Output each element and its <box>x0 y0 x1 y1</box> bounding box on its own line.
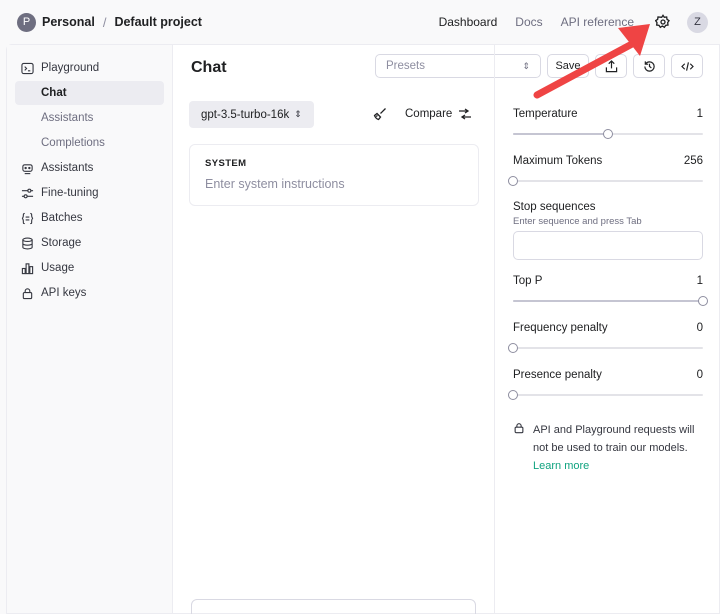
sidebar-item-label: Batches <box>41 212 83 224</box>
model-name: gpt-3.5-turbo-16k <box>201 108 290 121</box>
max-tokens-value[interactable]: 256 <box>684 155 703 167</box>
lock-icon <box>21 287 34 300</box>
presence-penalty-label: Presence penalty <box>513 369 602 381</box>
user-message-input[interactable] <box>191 599 476 614</box>
nav-dashboard[interactable]: Dashboard <box>439 15 498 29</box>
top-nav: Dashboard Docs API reference Z <box>421 11 708 33</box>
sidebar-item-fine-tuning[interactable]: Fine-tuning <box>15 181 164 205</box>
braces-icon <box>21 212 34 225</box>
presence-penalty-slider[interactable] <box>508 390 703 400</box>
temperature-setting: Temperature 1 <box>513 108 703 139</box>
sidebar-item-api-keys[interactable]: API keys <box>15 281 164 305</box>
top-p-label: Top P <box>513 275 543 287</box>
sidebar-item-label: Usage <box>41 262 75 274</box>
max-tokens-setting: Maximum Tokens 256 <box>508 155 703 186</box>
sidebar-item-playground-assistants[interactable]: Assistants <box>15 106 164 130</box>
frequency-penalty-slider-thumb[interactable] <box>508 343 518 353</box>
terminal-icon <box>21 62 34 75</box>
frequency-penalty-setting: Frequency penalty 0 <box>508 322 703 353</box>
nav-docs[interactable]: Docs <box>515 15 542 29</box>
max-tokens-label: Maximum Tokens <box>513 155 603 167</box>
frequency-penalty-slider[interactable] <box>508 343 703 353</box>
sidebar-item-playground[interactable]: Playground <box>15 56 164 80</box>
temperature-value[interactable]: 1 <box>697 108 703 120</box>
top-p-value[interactable]: 1 <box>697 275 703 287</box>
system-instructions-box[interactable]: SYSTEM Enter system instructions <box>189 144 479 206</box>
frequency-penalty-label: Frequency penalty <box>513 322 608 334</box>
sidebar-item-batches[interactable]: Batches <box>15 206 164 230</box>
chevron-updown-icon: ⇕ <box>294 109 302 119</box>
stop-sequences-label: Stop sequences <box>513 201 596 213</box>
sidebar-item-label: Storage <box>41 237 82 249</box>
presence-penalty-setting: Presence penalty 0 <box>508 369 703 400</box>
presence-penalty-slider-thumb[interactable] <box>508 390 518 400</box>
sidebar-item-completions[interactable]: Completions <box>15 131 164 155</box>
stop-sequences-hint: Enter sequence and press Tab <box>513 216 642 227</box>
user-avatar[interactable]: Z <box>687 11 708 33</box>
temperature-label: Temperature <box>513 108 578 120</box>
max-tokens-slider[interactable] <box>508 176 703 186</box>
settings-panel: Temperature 1 Maximum Tokens 256 Stop sequ… <box>494 45 720 613</box>
bar-chart-icon <box>21 262 34 275</box>
top-p-slider-thumb[interactable] <box>698 296 708 306</box>
sliders-icon <box>21 187 34 200</box>
system-placeholder: Enter system instructions <box>205 177 345 191</box>
system-label: SYSTEM <box>205 158 247 169</box>
clear-chat-broom-icon[interactable] <box>373 107 387 121</box>
sidebar-item-label: Completions <box>41 137 105 149</box>
page-title: Chat <box>191 59 227 76</box>
sidebar-item-chat[interactable]: Chat <box>15 81 164 105</box>
database-icon <box>21 237 34 250</box>
compare-label: Compare <box>405 108 453 120</box>
presets-placeholder: Presets <box>386 60 425 72</box>
top-p-slider[interactable] <box>513 296 708 306</box>
privacy-notice-text: API and Playground requests will not be … <box>533 424 695 454</box>
main-panel: Playground Chat Assistants Completions A… <box>6 44 720 614</box>
assistant-icon <box>21 162 34 175</box>
sidebar-item-label: Assistants <box>41 162 94 174</box>
temperature-slider-thumb[interactable] <box>603 129 613 139</box>
sidebar-item-label: API keys <box>41 287 87 299</box>
top-bar: P Personal / Default project Dashboard D… <box>0 0 720 44</box>
chat-column: Chat gpt-3.5-turbo-16k ⇕ Compare SYSTEM … <box>173 45 494 614</box>
model-selector[interactable]: gpt-3.5-turbo-16k ⇕ <box>189 101 314 128</box>
stop-sequences-input[interactable] <box>513 231 703 260</box>
learn-more-link[interactable]: Learn more <box>533 457 708 475</box>
sidebar-item-storage[interactable]: Storage <box>15 231 164 255</box>
stop-sequences-setting: Stop sequences Enter sequence and press … <box>513 201 703 260</box>
presence-penalty-value[interactable]: 0 <box>697 369 703 381</box>
frequency-penalty-value[interactable]: 0 <box>697 322 703 334</box>
compare-button[interactable]: Compare <box>405 108 472 120</box>
sidebar-item-label: Assistants <box>41 112 94 124</box>
compare-icon <box>459 108 472 120</box>
sidebar-item-label: Chat <box>41 87 67 99</box>
org-avatar[interactable]: P <box>17 12 36 32</box>
settings-gear-icon[interactable] <box>654 13 672 31</box>
sidebar-item-label: Playground <box>41 62 100 74</box>
lock-icon <box>513 421 525 475</box>
sidebar-item-usage[interactable]: Usage <box>15 256 164 280</box>
breadcrumb-separator: / <box>102 14 107 30</box>
breadcrumb-project[interactable]: Default project <box>114 15 202 29</box>
sidebar-item-label: Fine-tuning <box>41 187 99 199</box>
breadcrumb-org[interactable]: Personal <box>42 15 95 29</box>
privacy-notice: API and Playground requests will not be … <box>513 421 708 475</box>
nav-api-reference[interactable]: API reference <box>561 15 634 29</box>
temperature-slider[interactable] <box>513 129 703 139</box>
sidebar: Playground Chat Assistants Completions A… <box>7 45 173 613</box>
max-tokens-slider-thumb[interactable] <box>508 176 518 186</box>
sidebar-item-assistants[interactable]: Assistants <box>15 156 164 180</box>
top-p-setting: Top P 1 <box>513 275 708 306</box>
